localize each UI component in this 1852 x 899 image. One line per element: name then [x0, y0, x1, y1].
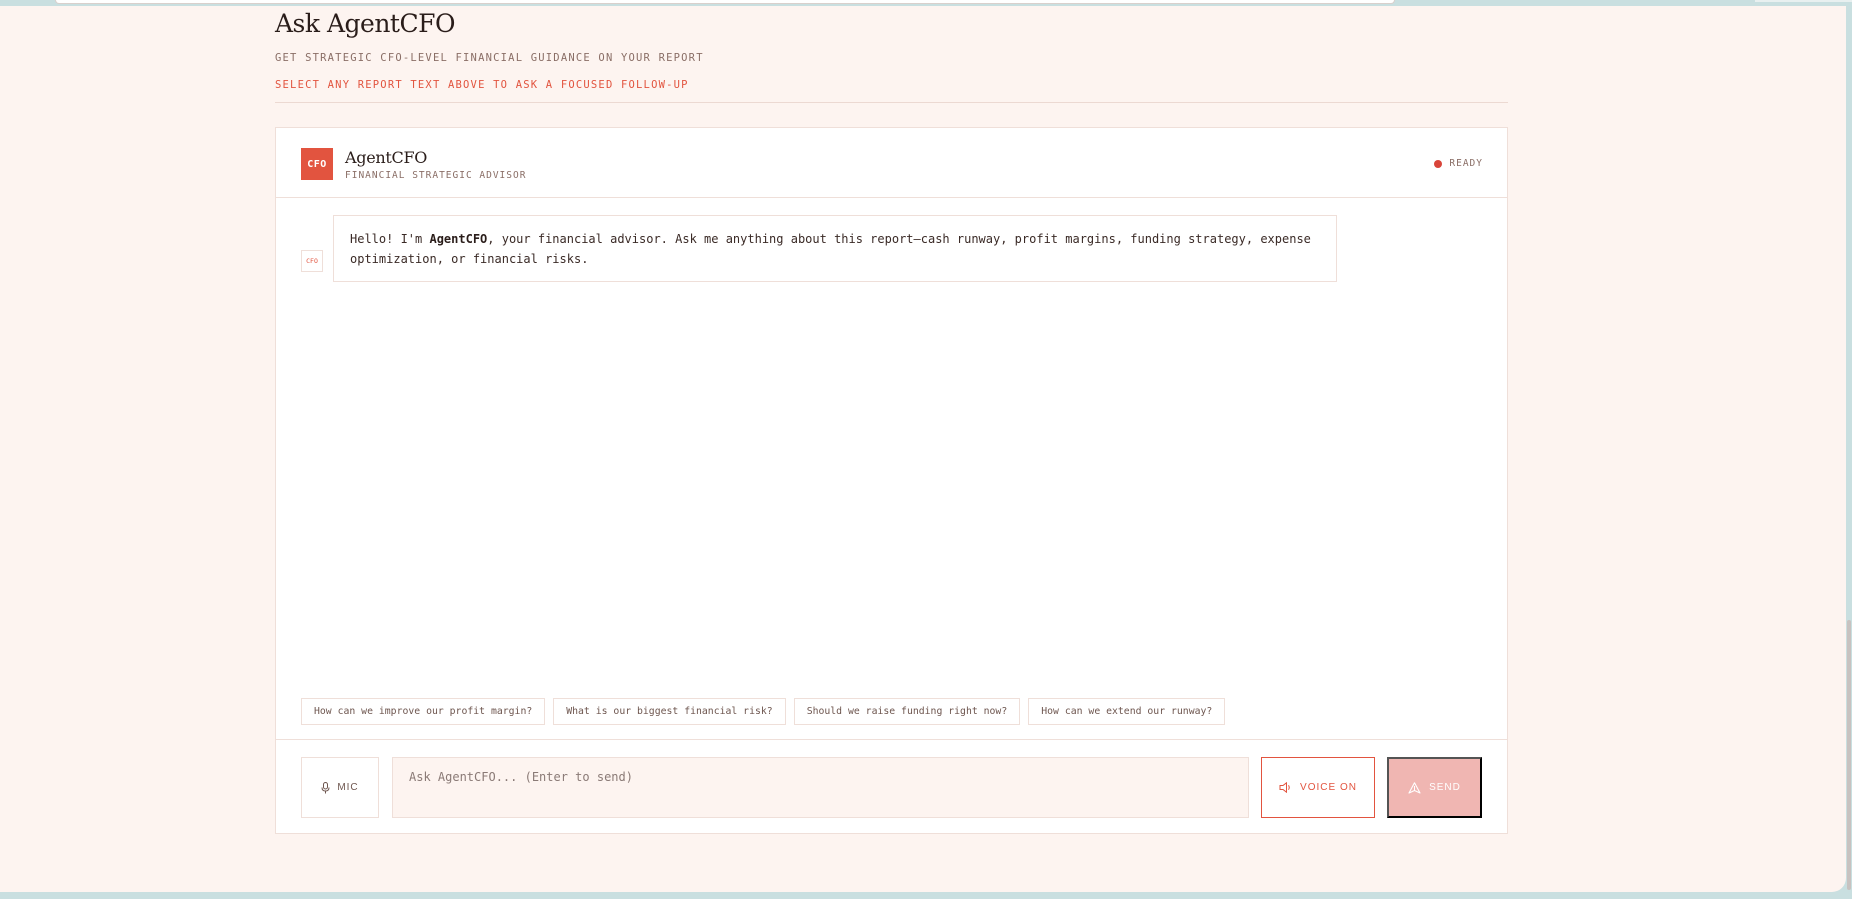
chat-input[interactable] [392, 757, 1249, 818]
top-window-edge [55, 0, 1395, 4]
voice-label: VOICE ON [1300, 782, 1357, 793]
page-hint: SELECT ANY REPORT TEXT ABOVE TO ASK A FO… [275, 79, 689, 91]
status-label: READY [1449, 158, 1483, 169]
page-scrollbar-thumb[interactable] [1847, 620, 1851, 890]
composer: MIC VOICE ON SEND [276, 739, 1507, 834]
page: Ask AgentCFO GET STRATEGIC CFO-LEVEL FIN… [0, 6, 1846, 892]
status-dot-icon [1434, 159, 1443, 168]
page-subtitle: GET STRATEGIC CFO-LEVEL FINANCIAL GUIDAN… [275, 52, 704, 64]
suggestion-chip-financial-risk[interactable]: What is our biggest financial risk? [553, 698, 786, 725]
bottom-window-edge [0, 892, 1852, 899]
chat-panel: CFO AgentCFO FINANCIAL STRATEGIC ADVISOR… [275, 127, 1508, 834]
message-text-bold: AgentCFO [429, 232, 488, 246]
top-window-edge-right [1755, 0, 1852, 2]
agent-logo: CFO [301, 148, 333, 180]
send-label: SEND [1429, 782, 1461, 793]
agent-name: AgentCFO [345, 148, 428, 167]
message-avatar: CFO [301, 250, 323, 272]
agent-role: FINANCIAL STRATEGIC ADVISOR [345, 170, 527, 181]
mic-label: MIC [337, 782, 359, 793]
suggestion-chip-profit-margin[interactable]: How can we improve our profit margin? [301, 698, 546, 725]
mic-button[interactable]: MIC [301, 757, 379, 818]
suggestion-list: How can we improve our profit margin? Wh… [301, 698, 1226, 725]
send-icon [1408, 781, 1421, 794]
voice-toggle-button[interactable]: VOICE ON [1261, 757, 1375, 818]
chat-header: CFO AgentCFO FINANCIAL STRATEGIC ADVISOR… [276, 128, 1507, 198]
page-title: Ask AgentCFO [275, 9, 455, 38]
status-indicator: READY [1434, 158, 1483, 169]
message-list[interactable]: CFO Hello! I'm AgentCFO, your financial … [276, 199, 1507, 674]
speaker-icon [1279, 782, 1290, 793]
suggestion-chip-raise-funding[interactable]: Should we raise funding right now? [793, 698, 1021, 725]
suggestion-chip-extend-runway[interactable]: How can we extend our runway? [1028, 698, 1226, 725]
assistant-message: Hello! I'm AgentCFO, your financial advi… [333, 215, 1337, 282]
send-button[interactable]: SEND [1387, 757, 1482, 818]
message-text-before: Hello! I'm [350, 232, 430, 246]
mic-icon [321, 781, 330, 793]
header-divider [275, 102, 1508, 103]
message-text-after: , your financial advisor. Ask me anythin… [350, 232, 1311, 266]
